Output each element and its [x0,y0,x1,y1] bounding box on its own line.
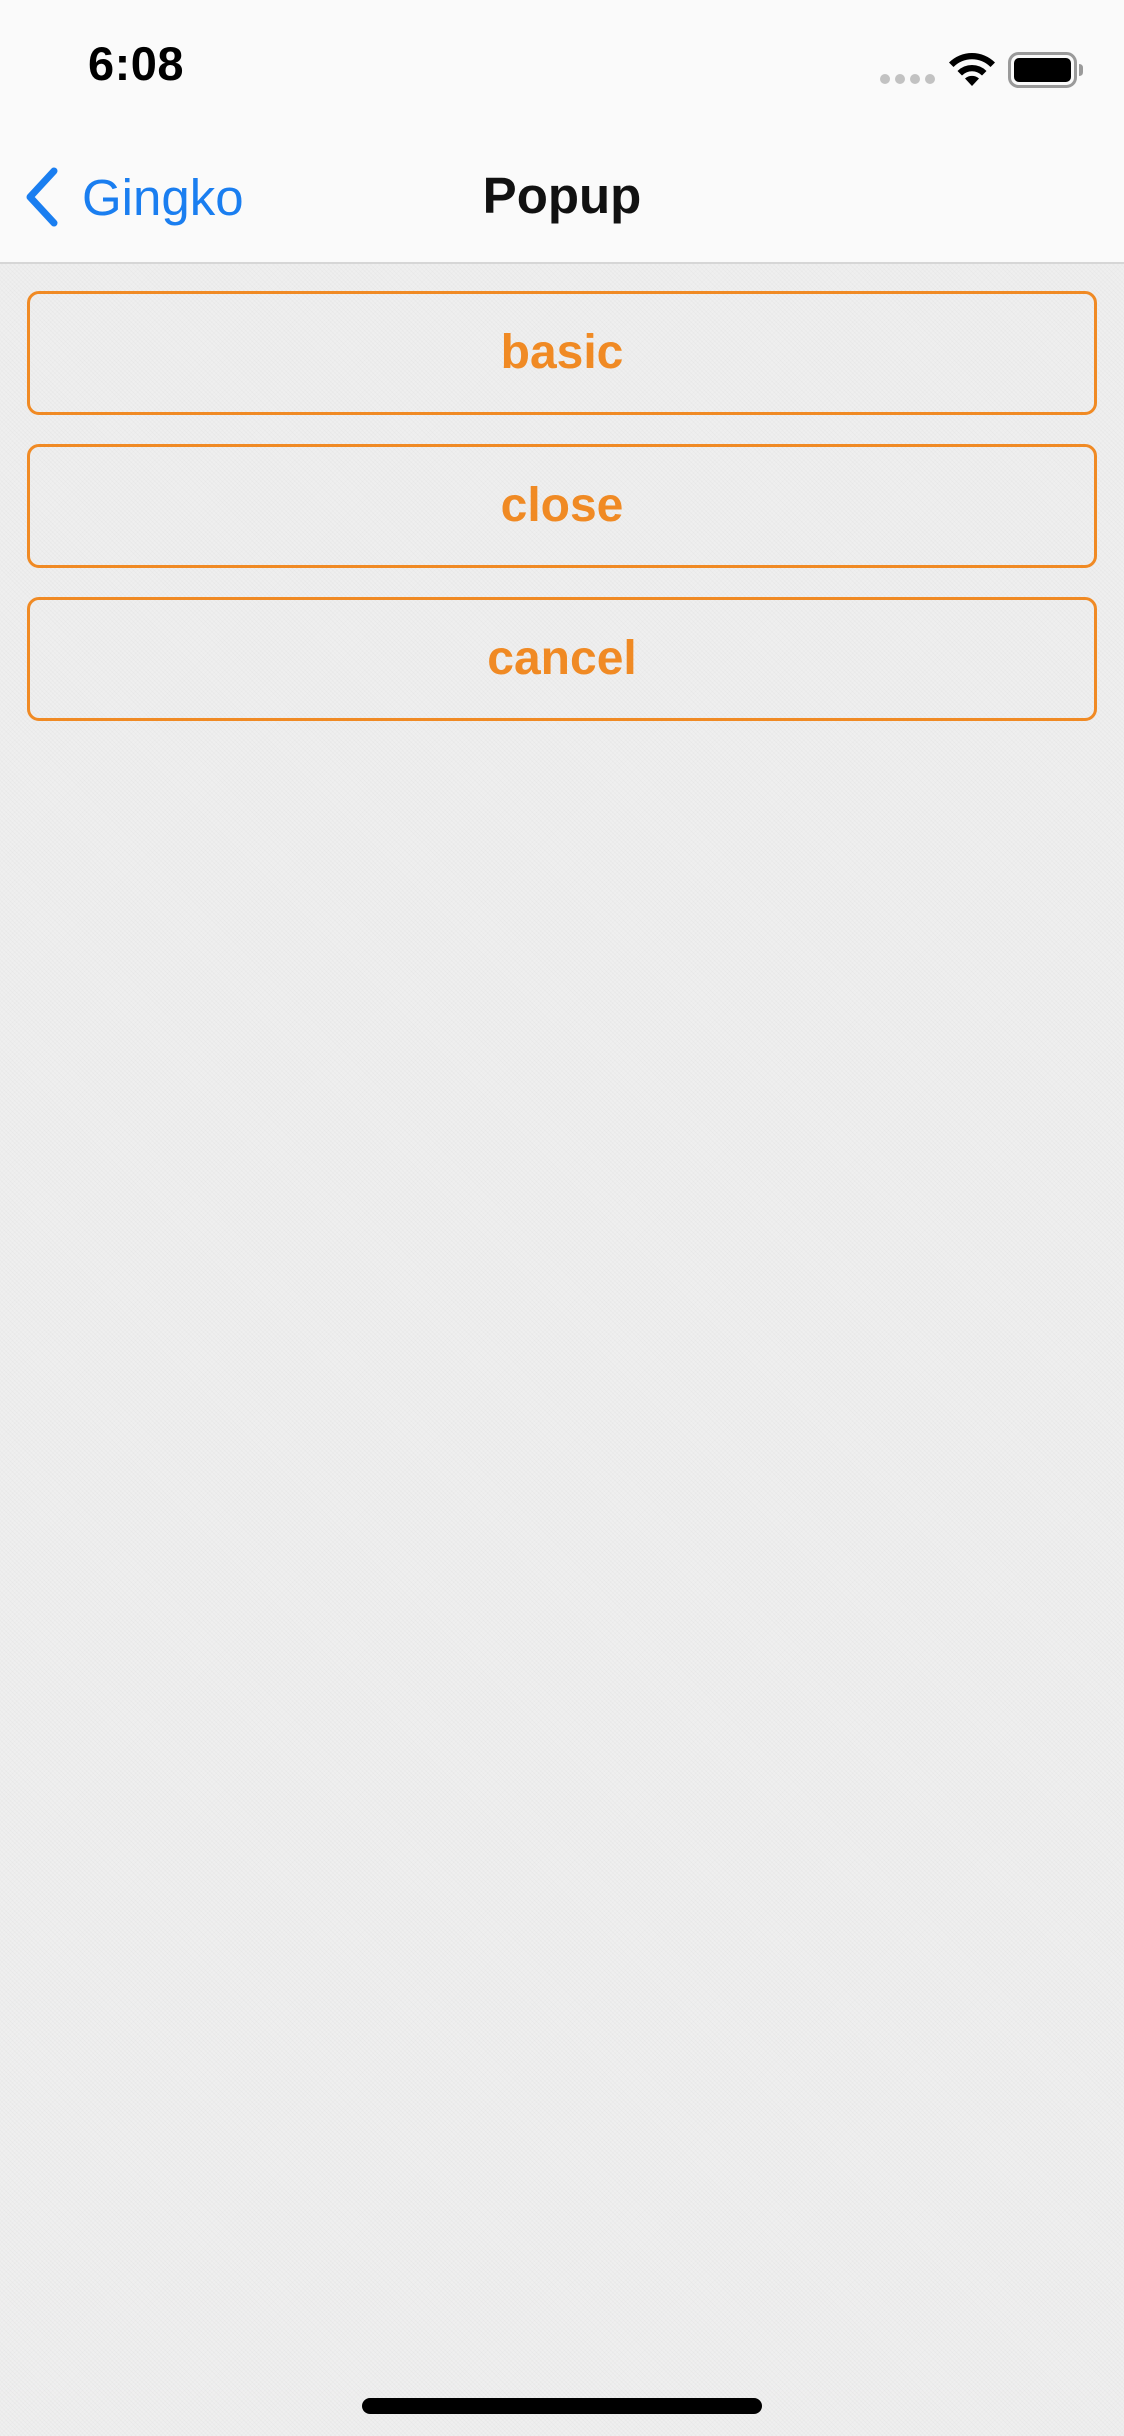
cancel-button[interactable]: cancel [27,597,1097,721]
status-time: 6:08 [88,37,185,90]
action-list: basic close cancel [27,291,1097,750]
close-button[interactable]: close [27,444,1097,568]
home-indicator[interactable] [362,2398,762,2414]
cellular-signal-dots-icon [880,74,936,86]
battery-full-icon [1008,52,1083,88]
status-bar: 6:08 [0,0,1124,132]
navigation-bar: Gingko Popup [0,132,1124,264]
page-title: Popup [482,167,642,224]
wifi-icon [949,52,995,86]
basic-button[interactable]: basic [27,291,1097,415]
